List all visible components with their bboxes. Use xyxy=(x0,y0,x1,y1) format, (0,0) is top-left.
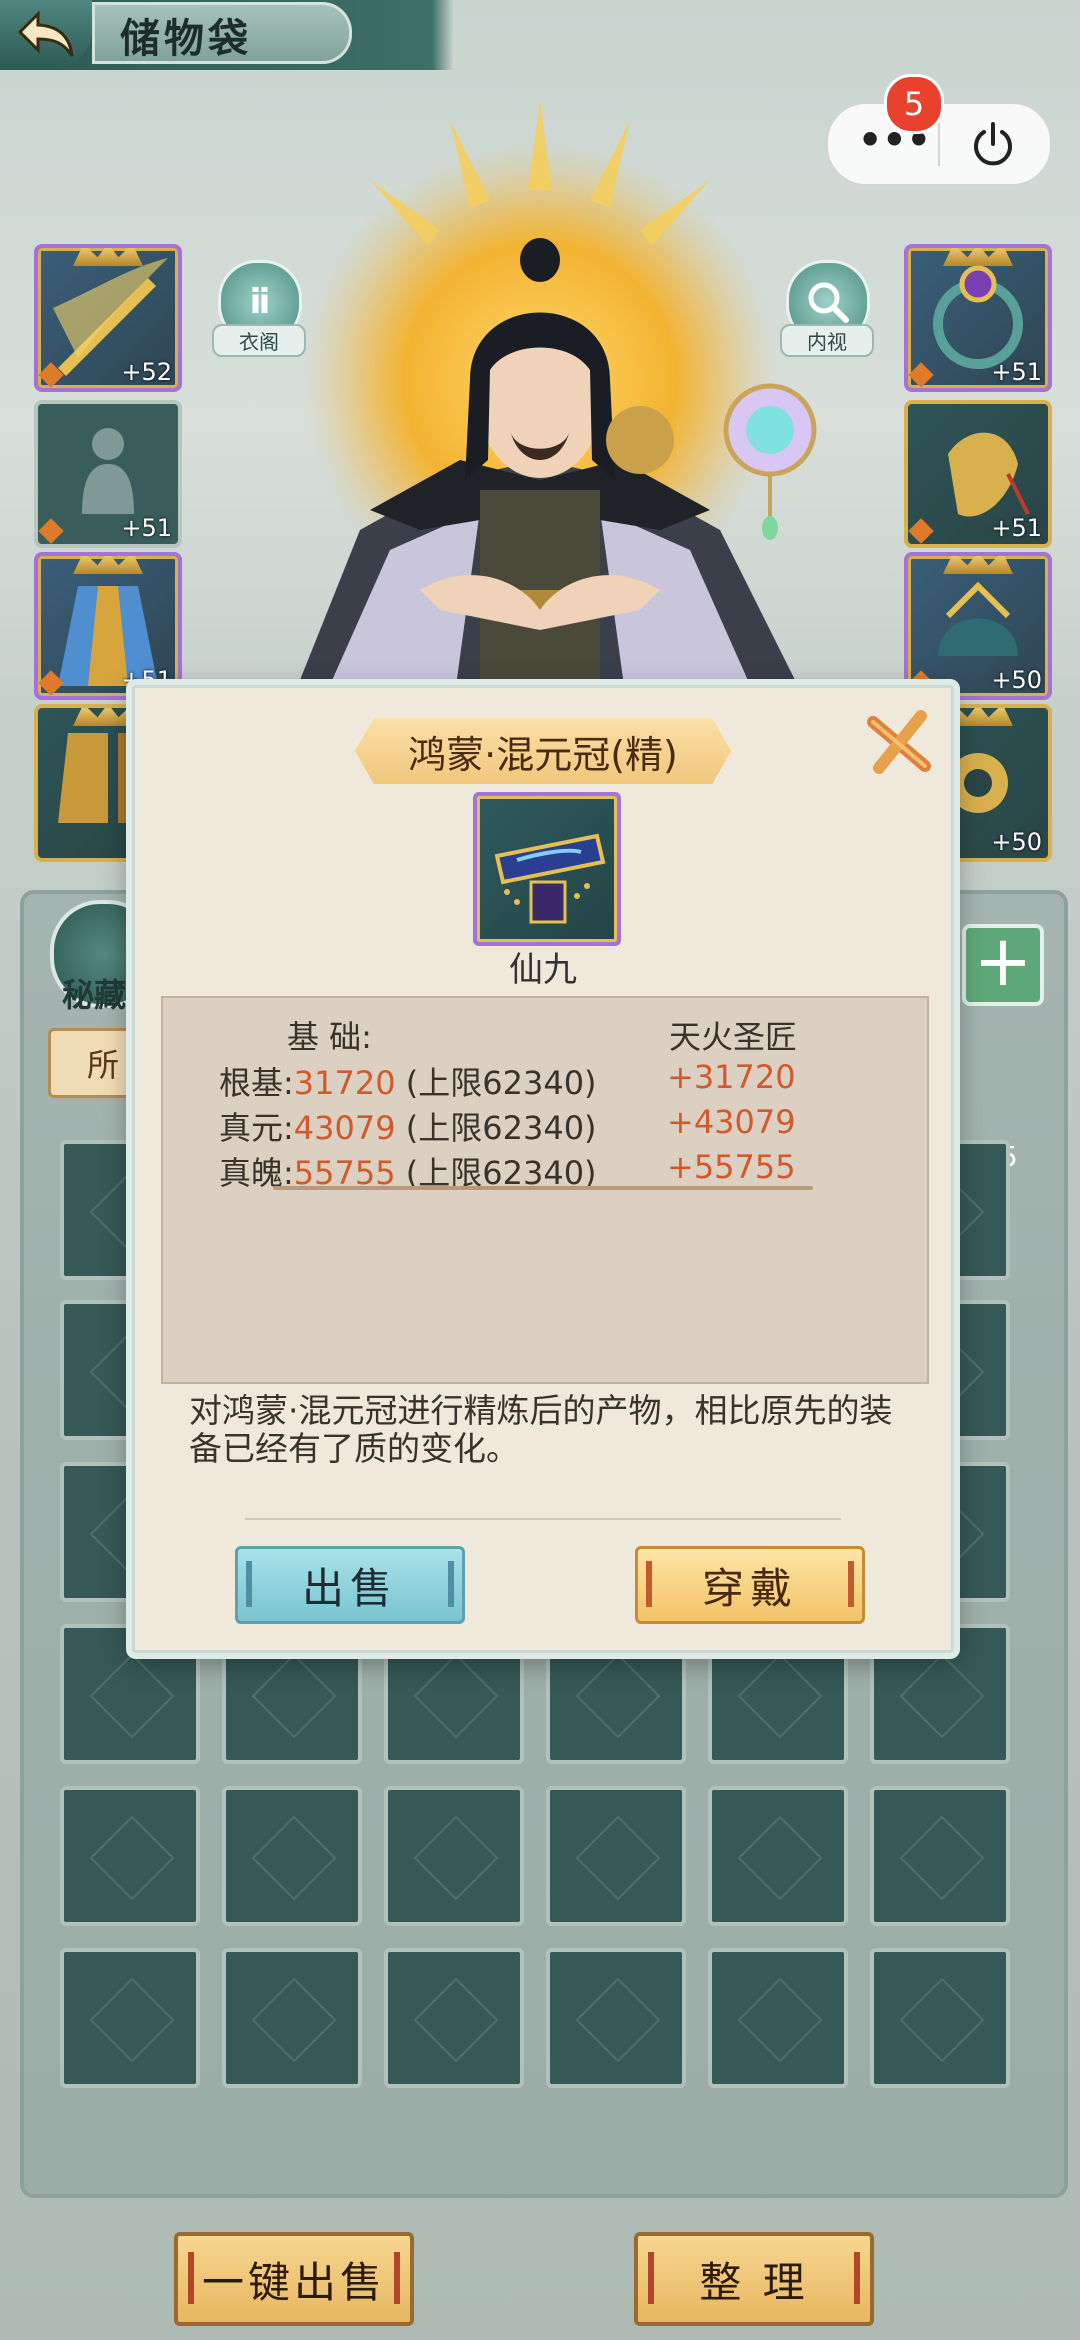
stat-row: 根基:31720 (上限62340) xyxy=(219,1058,597,1104)
tab-all[interactable]: 所 xyxy=(48,1028,138,1098)
back-button[interactable] xyxy=(0,0,92,70)
sort-button[interactable]: 整 理 xyxy=(634,2232,874,2326)
description-divider xyxy=(245,1518,841,1520)
stat-bonus: +55755 xyxy=(667,1148,796,1186)
stat-limit: (上限62340) xyxy=(395,1109,597,1147)
inspect-label: 内视 xyxy=(780,324,874,357)
stat-name: 真元: xyxy=(219,1109,294,1147)
stats-divider xyxy=(273,1186,813,1190)
item-icon-frame xyxy=(473,792,621,946)
dialog-title: 鸿蒙·混元冠(精) xyxy=(355,718,731,784)
wardrobe-label: 衣阁 xyxy=(212,324,306,357)
sell-button[interactable]: 出售 xyxy=(235,1546,465,1624)
stats-panel: 基 础: 天火圣匠 根基:31720 (上限62340) +31720 真元:4… xyxy=(161,996,929,1384)
stat-row: 真元:43079 (上限62340) xyxy=(219,1103,597,1149)
stat-limit: (上限62340) xyxy=(395,1064,597,1102)
bonus-header: 天火圣匠 xyxy=(669,1018,798,1056)
stat-value: 43079 xyxy=(293,1109,396,1147)
secret-treasure-label: 秘藏 xyxy=(62,976,127,1014)
orb-treasure-icon xyxy=(723,383,817,540)
slot-level: +52 xyxy=(121,358,172,386)
page-title: 储物袋 xyxy=(120,15,252,62)
slot-level: +51 xyxy=(121,514,172,542)
magnifier-icon xyxy=(808,282,849,323)
wardrobe-icon: ⅱ xyxy=(249,282,271,322)
item-detail-dialog: 鸿蒙·混元冠(精) 仙九 基 础: 天火圣匠 根基:31720 (上限62340… xyxy=(132,685,954,1653)
bag-cell[interactable] xyxy=(60,1948,200,2088)
bag-cell[interactable] xyxy=(546,1786,686,1926)
base-header: 基 础: xyxy=(287,1018,372,1056)
equip-slot-helmet[interactable]: +50 xyxy=(904,552,1052,700)
wear-button[interactable]: 穿戴 xyxy=(635,1546,865,1624)
equip-slot-weapon[interactable]: +52 xyxy=(34,244,182,392)
slot-level: +51 xyxy=(991,358,1042,386)
item-grade: 仙九 xyxy=(509,950,577,990)
bag-cell[interactable] xyxy=(870,1786,1010,1926)
bag-cell[interactable] xyxy=(60,1786,200,1926)
notification-badge: 5 xyxy=(884,74,944,134)
bag-cell[interactable] xyxy=(546,1948,686,2088)
plus-icon: + xyxy=(973,920,1033,1002)
crown-hat-icon xyxy=(494,833,606,924)
bag-cell[interactable] xyxy=(222,1948,362,2088)
stat-bonus: +31720 xyxy=(667,1058,796,1096)
slot-level: +50 xyxy=(991,666,1042,694)
item-description: 对鸿蒙·混元冠进行精炼后的产物，相比原先的装备已经有了质的变化。 xyxy=(189,1391,893,1468)
equip-slot-pendant[interactable]: +51 xyxy=(904,400,1052,548)
equip-slot-bracelet[interactable]: +51 xyxy=(904,244,1052,392)
back-arrow-icon xyxy=(17,10,74,57)
stat-bonus: +43079 xyxy=(667,1103,796,1141)
stat-name: 根基: xyxy=(219,1064,294,1102)
bag-cell[interactable] xyxy=(384,1786,524,1926)
capsule-divider xyxy=(938,122,940,166)
bag-cell[interactable] xyxy=(384,1948,524,2088)
slot-level: +51 xyxy=(991,514,1042,542)
equip-slot-robe[interactable]: +51 xyxy=(34,552,182,700)
bag-cell[interactable] xyxy=(708,1786,848,1926)
stat-value: 31720 xyxy=(293,1064,396,1102)
bag-cell[interactable] xyxy=(870,1948,1010,2088)
sell-all-button[interactable]: 一键出售 xyxy=(174,2232,414,2326)
slot-level: +50 xyxy=(991,828,1042,856)
bag-cell[interactable] xyxy=(708,1948,848,2088)
expand-bag-button[interactable]: + xyxy=(962,924,1044,1006)
bag-cell[interactable] xyxy=(222,1786,362,1926)
equip-slot-armor[interactable]: +51 xyxy=(34,400,182,548)
power-icon[interactable] xyxy=(968,120,1018,174)
close-icon[interactable] xyxy=(865,708,935,778)
